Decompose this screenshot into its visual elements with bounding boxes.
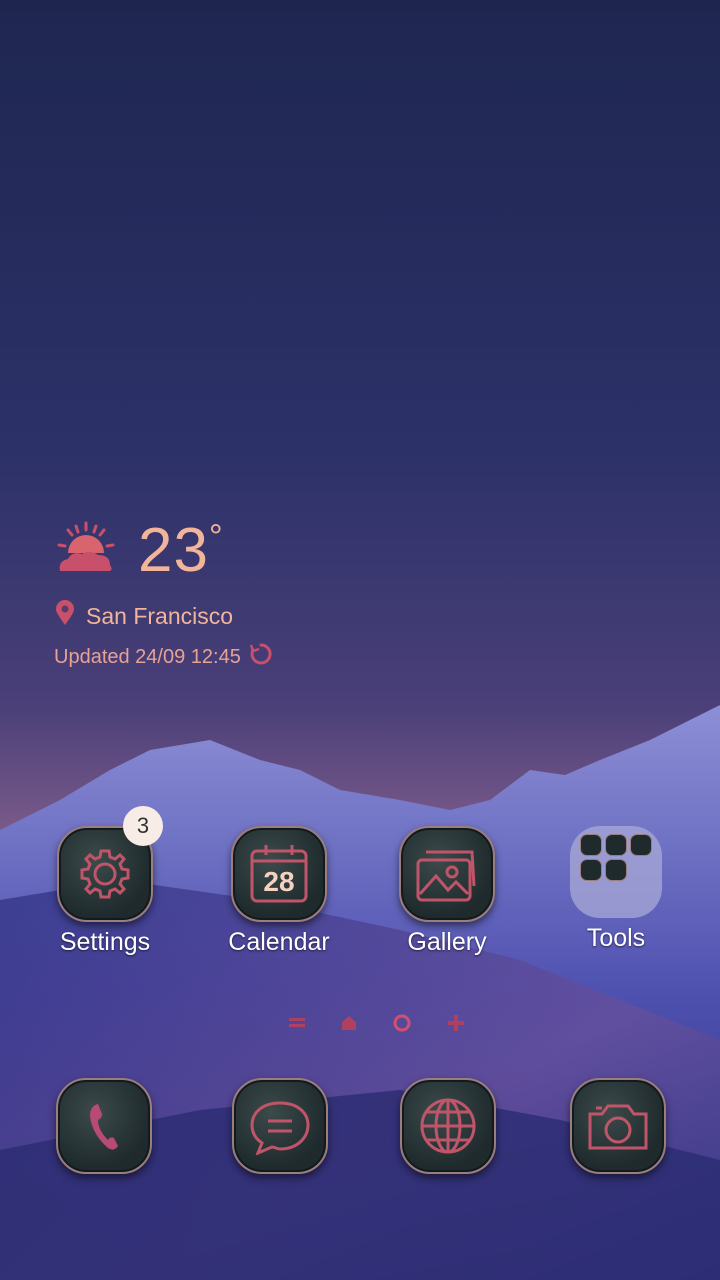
notification-badge: 3 [123, 806, 163, 846]
current-page-dot[interactable] [392, 1013, 412, 1038]
updated-time: Updated 24/09 12:45 [54, 645, 241, 668]
dock-camera[interactable] [570, 1078, 666, 1174]
gallery-icon [399, 826, 495, 922]
mini-app-icon [580, 859, 602, 881]
dock-browser[interactable] [400, 1078, 496, 1174]
home-page-icon[interactable] [340, 1015, 358, 1036]
app-label: Settings [59, 928, 151, 956]
location-row: San Francisco [54, 600, 273, 632]
app-settings[interactable]: Settings 3 [30, 806, 180, 957]
location-name: San Francisco [86, 602, 234, 629]
folder-tools[interactable]: Tools [541, 826, 691, 953]
phone-icon [56, 1078, 152, 1174]
mini-app-icon [580, 834, 602, 856]
app-gallery[interactable]: Gallery [372, 826, 522, 957]
location-pin-icon [54, 600, 76, 632]
mini-app-icon [605, 834, 627, 856]
app-label: Calendar [228, 928, 330, 956]
mini-app-icon [605, 859, 627, 881]
dock-messages[interactable] [232, 1078, 328, 1174]
temperature-value: 23° [138, 516, 224, 585]
app-calendar[interactable]: 28 Calendar [204, 826, 354, 957]
update-row: Updated 24/09 12:45 [54, 642, 273, 672]
refresh-icon[interactable] [249, 642, 273, 672]
app-label: Gallery [407, 928, 487, 956]
browser-globe-icon [400, 1078, 496, 1174]
add-page-icon[interactable] [446, 1013, 466, 1038]
calendar-day: 28 [263, 866, 295, 897]
calendar-icon: 28 [231, 826, 327, 922]
sun-cloud-icon [54, 521, 118, 582]
dock-phone[interactable] [56, 1078, 152, 1174]
messages-icon [232, 1078, 328, 1174]
page-indicator[interactable] [288, 1013, 466, 1038]
list-page-icon[interactable] [288, 1016, 306, 1035]
app-label: Tools [586, 924, 646, 952]
folder-icon [570, 826, 662, 918]
camera-icon [570, 1078, 666, 1174]
weather-widget[interactable]: 23° San Francisco Updated 24/09 12:45 [54, 520, 273, 672]
mini-app-icon [630, 834, 652, 856]
